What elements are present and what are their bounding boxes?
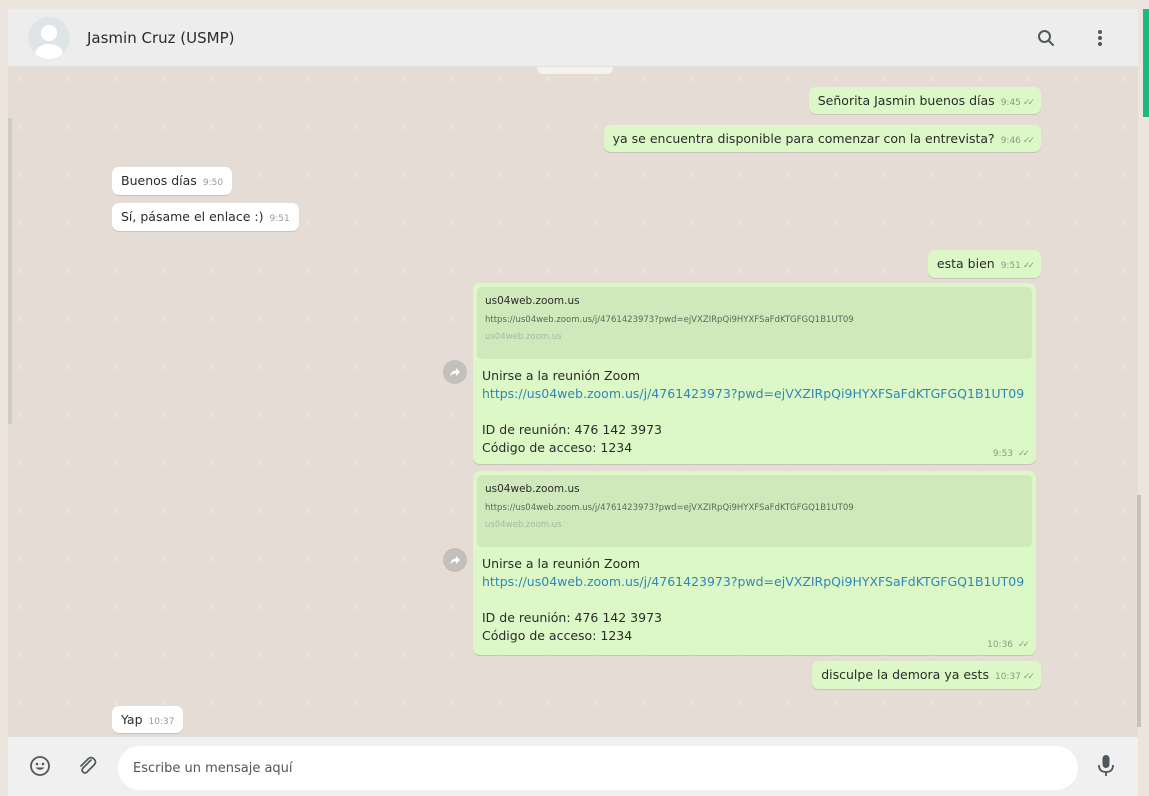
read-ticks-icon: ✓✓ [1017,640,1030,650]
message-outgoing[interactable]: ya se encuentra disponible para comenzar… [603,125,1041,152]
message-time-group: 9:53 ✓✓ [992,449,1030,459]
read-ticks-icon: ✓✓ [1022,136,1035,146]
forward-icon[interactable] [443,360,467,384]
message-outgoing[interactable]: disculpe la demora ya ests 10:37 ✓✓ [812,661,1041,689]
message-time: 10:37 [148,717,175,727]
message-time: 10:36 [987,640,1014,650]
avatar[interactable] [28,16,70,59]
link-preview-site: us04web.zoom.us [485,332,562,342]
message-text: Sí, pásame el enlace :) [121,209,264,224]
message-outgoing-link[interactable]: us04web.zoom.us https://us04web.zoom.us/… [473,283,1036,464]
avatar-body-shape [35,43,63,59]
message-incoming[interactable]: Sí, pásame el enlace :) 9:51 [112,203,299,231]
line-spacer [482,403,1028,421]
avatar-head-shape [41,24,57,41]
microphone-icon[interactable] [1094,754,1118,778]
message-incoming[interactable]: Yap 10:37 [112,706,184,733]
menu-icon[interactable] [1088,26,1112,50]
chat-header: Jasmin Cruz (USMP) [8,9,1138,67]
meeting-title: Unirse a la reunión Zoom [482,368,641,383]
message-outgoing-link[interactable]: us04web.zoom.us https://us04web.zoom.us/… [473,471,1036,655]
access-code: Código de acceso: 1234 [482,628,633,643]
message-outgoing[interactable]: Señorita Jasmin buenos días 9:45 ✓✓ [808,87,1041,114]
meeting-title: Unirse a la reunión Zoom [482,556,641,571]
link-preview[interactable]: us04web.zoom.us https://us04web.zoom.us/… [477,475,1032,547]
sidebar-scrollbar[interactable] [8,118,12,424]
message-time: 9:46 [1000,136,1021,146]
message-time-group: 10:36 ✓✓ [987,640,1030,650]
line-spacer [482,591,1028,609]
message-text: Yap [121,712,143,727]
message-body: Unirse a la reunión Zoom https://us04web… [477,359,1032,457]
message-text: ya se encuentra disponible para comenzar… [612,131,995,146]
message-time: 10:37 [994,672,1021,682]
access-code: Código de acceso: 1234 [482,440,633,455]
link-preview[interactable]: us04web.zoom.us https://us04web.zoom.us/… [477,287,1032,359]
message-time: 9:53 [992,449,1014,459]
link-preview-domain: us04web.zoom.us [485,483,580,495]
read-ticks-icon: ✓✓ [1022,672,1035,682]
message-time: 9:50 [202,178,224,188]
message-text: Buenos días [121,173,197,188]
message-text: disculpe la demora ya ests [821,667,989,682]
message-outgoing[interactable]: esta bien 9:51 ✓✓ [927,250,1041,278]
message-time: 9:51 [269,214,290,224]
message-text: Señorita Jasmin buenos días [817,93,995,108]
search-icon[interactable] [1034,26,1058,50]
read-ticks-icon: ✓✓ [1022,261,1035,271]
read-ticks-icon: ✓✓ [1017,449,1030,459]
message-input[interactable] [118,746,1078,790]
message-time: 9:51 [1000,261,1021,271]
message-time: 9:45 [1000,98,1021,108]
emoji-icon[interactable] [28,754,52,778]
meeting-id: ID de reunión: 476 142 3973 [482,422,662,437]
chat-scrollbar[interactable] [1137,495,1141,727]
meeting-id: ID de reunión: 476 142 3973 [482,610,662,625]
link-preview-url: https://us04web.zoom.us/j/4761423973?pwd… [485,315,854,325]
contact-name[interactable]: Jasmin Cruz (USMP) [87,29,234,47]
message-body: Unirse a la reunión Zoom https://us04web… [477,547,1032,645]
message-text: esta bien [936,256,995,271]
date-chip [537,67,613,74]
link-preview-domain: us04web.zoom.us [485,295,580,307]
header-actions [1034,26,1112,50]
message-incoming[interactable]: Buenos días 9:50 [112,167,233,195]
attach-icon[interactable] [75,754,99,778]
meeting-link[interactable]: https://us04web.zoom.us/j/4761423973?pwd… [482,573,1028,591]
link-preview-url: https://us04web.zoom.us/j/4761423973?pwd… [485,503,854,513]
forward-icon[interactable] [443,548,467,572]
link-preview-site: us04web.zoom.us [485,520,562,530]
read-ticks-icon: ✓✓ [1022,98,1035,108]
compose-bar [8,737,1138,796]
meeting-link[interactable]: https://us04web.zoom.us/j/4761423973?pwd… [482,385,1028,403]
whatsapp-window: Jasmin Cruz (USMP) Señorita Jasmin bueno… [0,0,1149,796]
window-accent-bar [1143,9,1149,117]
